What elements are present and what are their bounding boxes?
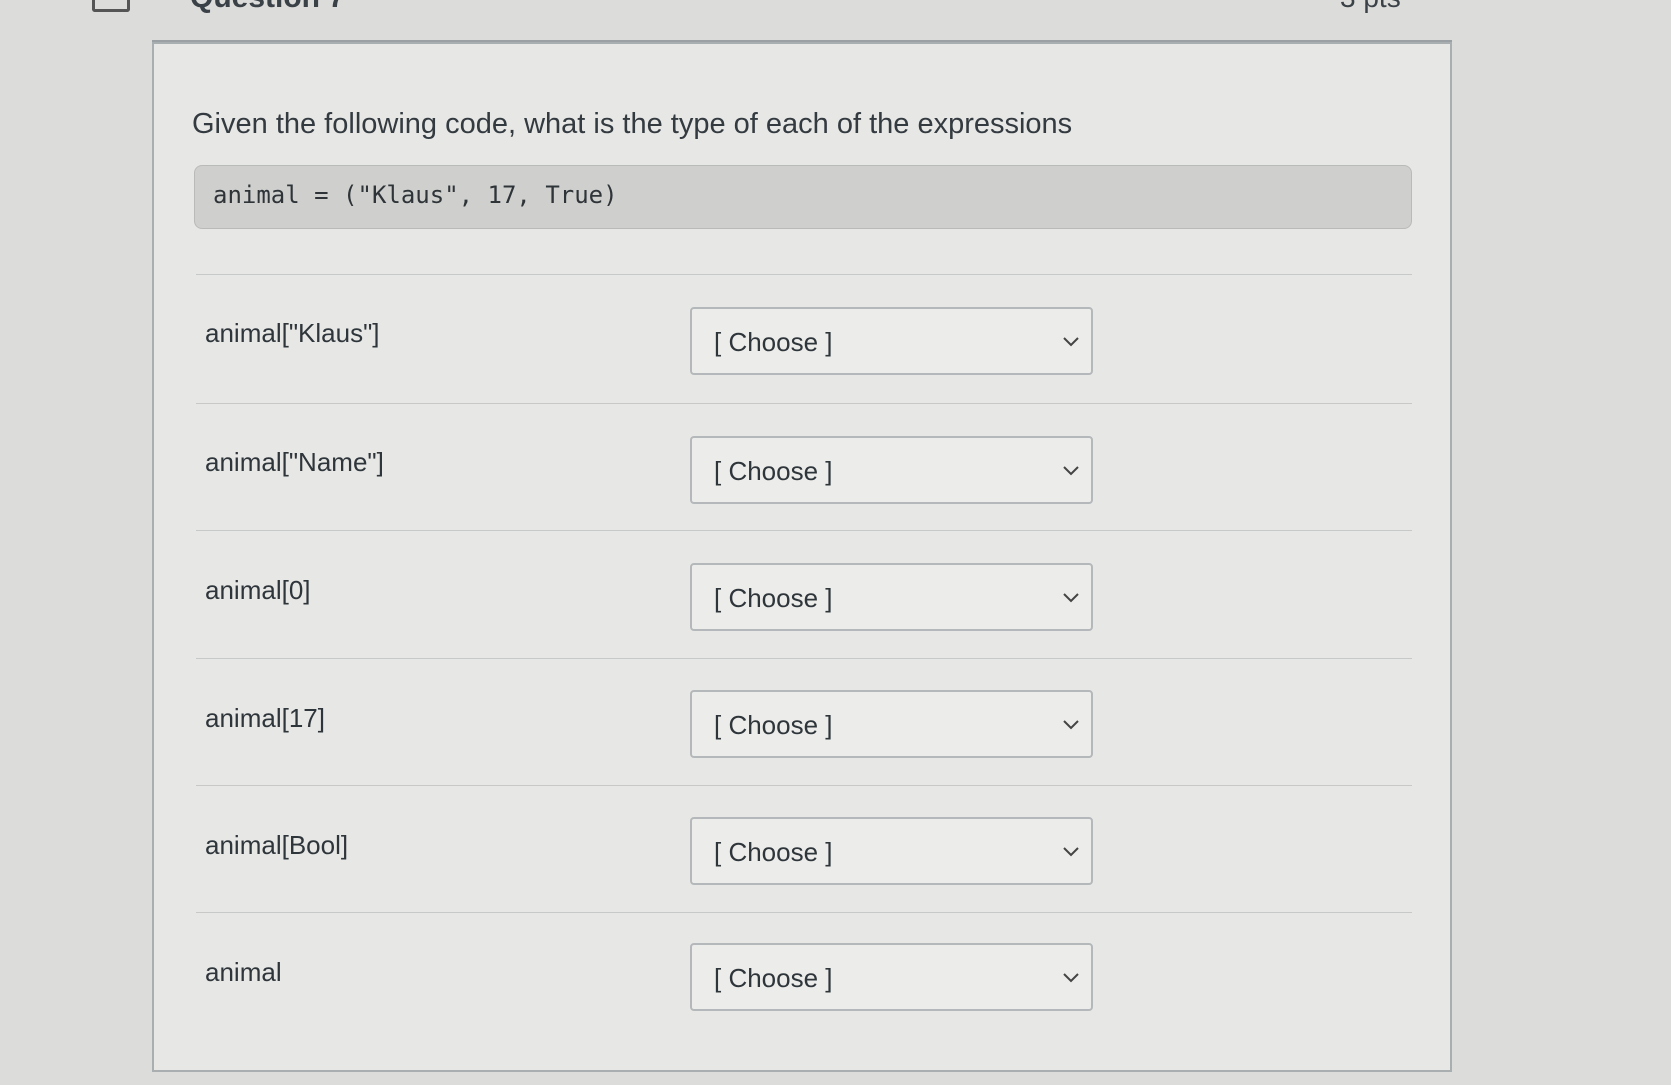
divider [196, 912, 1412, 913]
chevron-down-icon [1063, 337, 1079, 347]
type-select-dropdown[interactable]: [ Choose ] [690, 563, 1093, 631]
bookmark-flag-icon[interactable] [92, 0, 130, 12]
select-value: [ Choose ] [714, 327, 833, 357]
chevron-down-icon [1063, 847, 1079, 857]
type-select-dropdown[interactable]: [ Choose ] [690, 307, 1093, 375]
chevron-down-icon [1063, 466, 1079, 476]
question-points: 3 pts [1340, 0, 1401, 18]
expression-label: animal["Name"] [205, 447, 384, 477]
type-select-dropdown[interactable]: [ Choose ] [690, 943, 1093, 1011]
expression-label: animal[Bool] [205, 830, 349, 860]
type-select-dropdown[interactable]: [ Choose ] [690, 690, 1093, 758]
question-prompt: Given the following code, what is the ty… [192, 108, 1073, 140]
code-block: animal = ("Klaus", 17, True) [194, 165, 1412, 229]
question-title: Question 7 [190, 0, 345, 18]
header-divider [152, 40, 1452, 42]
expression-label: animal[17] [205, 703, 325, 733]
chevron-down-icon [1063, 593, 1079, 603]
select-value: [ Choose ] [714, 456, 833, 486]
divider [196, 658, 1412, 659]
select-value: [ Choose ] [714, 963, 833, 993]
divider [196, 530, 1412, 531]
expression-label: animal["Klaus"] [205, 318, 380, 348]
expression-label: animal [205, 957, 282, 987]
select-value: [ Choose ] [714, 583, 833, 613]
divider [196, 274, 1412, 275]
type-select-dropdown[interactable]: [ Choose ] [690, 436, 1093, 504]
select-value: [ Choose ] [714, 837, 833, 867]
select-value: [ Choose ] [714, 710, 833, 740]
type-select-dropdown[interactable]: [ Choose ] [690, 817, 1093, 885]
chevron-down-icon [1063, 720, 1079, 730]
divider [196, 785, 1412, 786]
divider [196, 403, 1412, 404]
expression-label: animal[0] [205, 575, 311, 605]
chevron-down-icon [1063, 973, 1079, 983]
code-text: animal = ("Klaus", 17, True) [213, 181, 618, 209]
